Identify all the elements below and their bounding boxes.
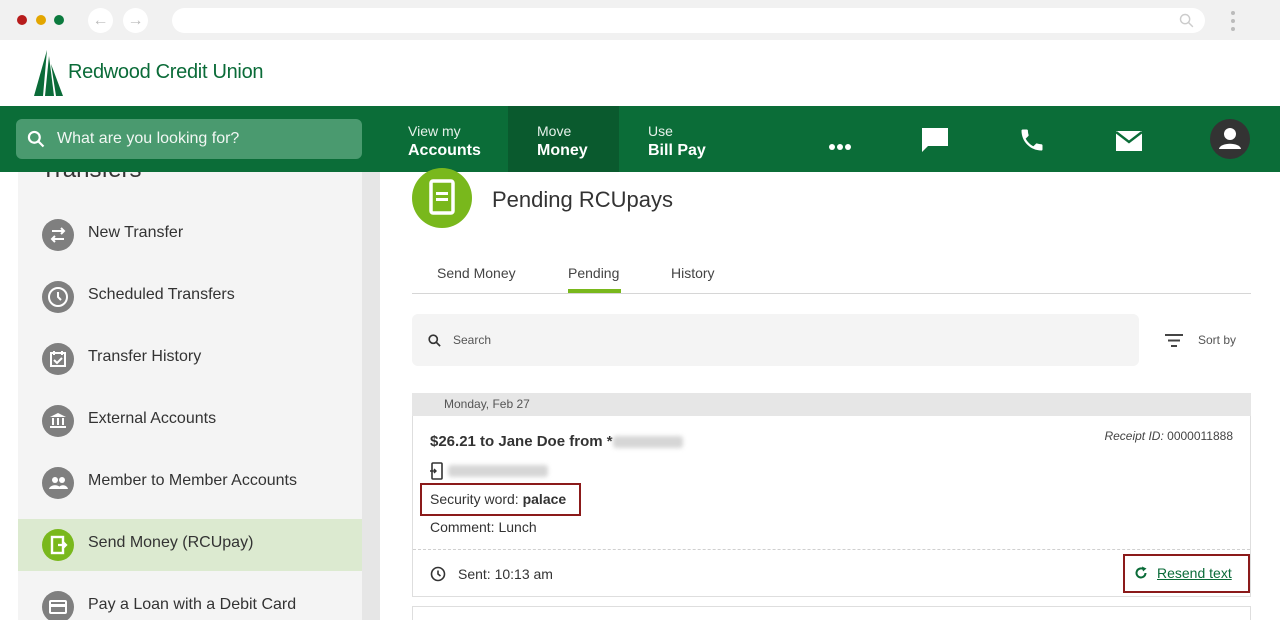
sidebar-item-transfer-history[interactable]: Transfer History <box>18 333 362 385</box>
sidebar-item-label: Send Money (RCUpay) <box>88 534 254 551</box>
nav-tab-small-label: Use <box>648 123 673 139</box>
main-navigation: What are you looking for? View my Accoun… <box>0 106 1280 172</box>
minimize-window-dot[interactable] <box>36 15 46 25</box>
nav-tab-big-label: Money <box>537 142 588 159</box>
date-group-label: Monday, Feb 27 <box>444 397 530 411</box>
sidebar: Transfers New Transfer Scheduled Transfe… <box>18 172 362 620</box>
person-glyph <box>1219 128 1241 149</box>
transaction-comment: Comment: Lunch <box>430 519 537 535</box>
transaction-amount: $26.21 to Jane Doe from * <box>430 433 683 450</box>
search-icon <box>428 334 441 347</box>
search-input[interactable]: Search <box>412 314 1139 366</box>
card-divider <box>413 549 1250 550</box>
mail-icon[interactable] <box>1115 130 1143 152</box>
receipt-id: Receipt ID: 0000011888 <box>1104 429 1233 443</box>
browser-toolbar: ← → <box>0 0 1280 40</box>
send-money-icon <box>42 529 74 561</box>
search-placeholder: Search <box>453 333 492 347</box>
address-bar[interactable] <box>172 8 1205 33</box>
clock-icon <box>42 281 74 313</box>
sidebar-item-label: Scheduled Transfers <box>88 286 235 303</box>
sidebar-item-external-accounts[interactable]: External Accounts <box>18 395 362 447</box>
sidebar-item-scheduled-transfers[interactable]: Scheduled Transfers <box>18 271 362 323</box>
sidebar-heading: Transfers <box>41 172 141 184</box>
sidebar-item-send-money[interactable]: Send Money (RCUpay) <box>18 519 362 571</box>
redwood-tree-logo <box>34 50 63 96</box>
sent-time: Sent: 10:13 am <box>458 566 553 582</box>
redacted-phone-number <box>448 465 549 477</box>
recipient-phone <box>430 462 549 480</box>
clock-icon <box>430 566 446 582</box>
sidebar-item-label: New Transfer <box>88 224 184 241</box>
transaction-amount-text: $26.21 to Jane Doe from * <box>430 433 613 450</box>
sidebar-item-label: Pay a Loan with a Debit Card <box>88 596 297 613</box>
nav-tab-small-label: View my <box>408 123 461 139</box>
receipt-id-value: 0000011888 <box>1167 429 1233 443</box>
nav-tab-bill-pay[interactable]: Use Bill Pay <box>648 106 728 172</box>
back-icon[interactable]: ← <box>88 8 113 33</box>
active-tab-indicator <box>568 289 621 293</box>
tab-pending[interactable]: Pending <box>568 265 619 281</box>
chat-icon[interactable] <box>920 126 950 154</box>
site-search-input[interactable]: What are you looking for? <box>16 119 362 159</box>
refresh-icon[interactable] <box>1134 566 1148 580</box>
redacted-account-number <box>612 436 683 449</box>
date-group-header: Monday, Feb 27 <box>412 393 1251 416</box>
next-transaction-card <box>412 606 1251 620</box>
search-icon <box>27 130 45 148</box>
swap-arrows-icon <box>42 219 74 251</box>
security-word: Security word: palace <box>430 491 566 507</box>
sort-icon[interactable] <box>1165 333 1183 348</box>
sidebar-item-new-transfer[interactable]: New Transfer <box>18 209 362 261</box>
nav-tab-big-label: Accounts <box>408 142 481 159</box>
nav-tab-big-label: Bill Pay <box>648 142 706 159</box>
credit-card-icon <box>42 591 74 620</box>
mobile-phone-icon <box>430 462 443 480</box>
forward-icon[interactable]: → <box>123 8 148 33</box>
resend-text-link[interactable]: Resend text <box>1157 565 1232 581</box>
sidebar-item-label: Transfer History <box>88 348 202 365</box>
brand-name[interactable]: Redwood Credit Union <box>68 61 264 84</box>
sidebar-gutter <box>362 172 380 620</box>
search-placeholder: What are you looking for? <box>57 130 240 147</box>
tab-history[interactable]: History <box>671 265 715 281</box>
bank-icon <box>42 405 74 437</box>
brand-header: Redwood Credit Union <box>0 40 1280 106</box>
sidebar-item-label: Member to Member Accounts <box>88 472 297 489</box>
security-word-value: palace <box>522 491 567 507</box>
sidebar-item-label: External Accounts <box>88 410 217 427</box>
more-icon[interactable] <box>829 137 853 155</box>
tab-send-money[interactable]: Send Money <box>437 265 516 281</box>
tabs-divider <box>412 293 1251 294</box>
nav-tab-accounts[interactable]: View my Accounts <box>408 106 508 172</box>
profile-icon[interactable] <box>1210 119 1250 159</box>
nav-tab-move-money[interactable]: Move Money <box>508 106 619 172</box>
page-title: Pending RCUpays <box>492 187 673 212</box>
rcupay-icon <box>412 168 472 228</box>
pending-transaction-card: $26.21 to Jane Doe from * Receipt ID: 00… <box>412 416 1251 597</box>
sidebar-item-member-to-member[interactable]: Member to Member Accounts <box>18 457 362 509</box>
maximize-window-dot[interactable] <box>54 15 64 25</box>
security-word-label: Security word: <box>430 491 519 507</box>
receipt-id-label: Receipt ID: <box>1104 429 1164 443</box>
sidebar-item-pay-loan-debit-card[interactable]: Pay a Loan with a Debit Card <box>18 581 362 620</box>
search-icon <box>1179 13 1194 28</box>
kebab-icon[interactable] <box>1228 8 1238 34</box>
sort-by-button[interactable]: Sort by <box>1198 333 1236 347</box>
people-icon <box>42 467 74 499</box>
calendar-check-icon <box>42 343 74 375</box>
nav-tab-small-label: Move <box>537 123 572 139</box>
close-window-dot[interactable] <box>17 15 27 25</box>
phone-icon[interactable] <box>1018 126 1046 154</box>
